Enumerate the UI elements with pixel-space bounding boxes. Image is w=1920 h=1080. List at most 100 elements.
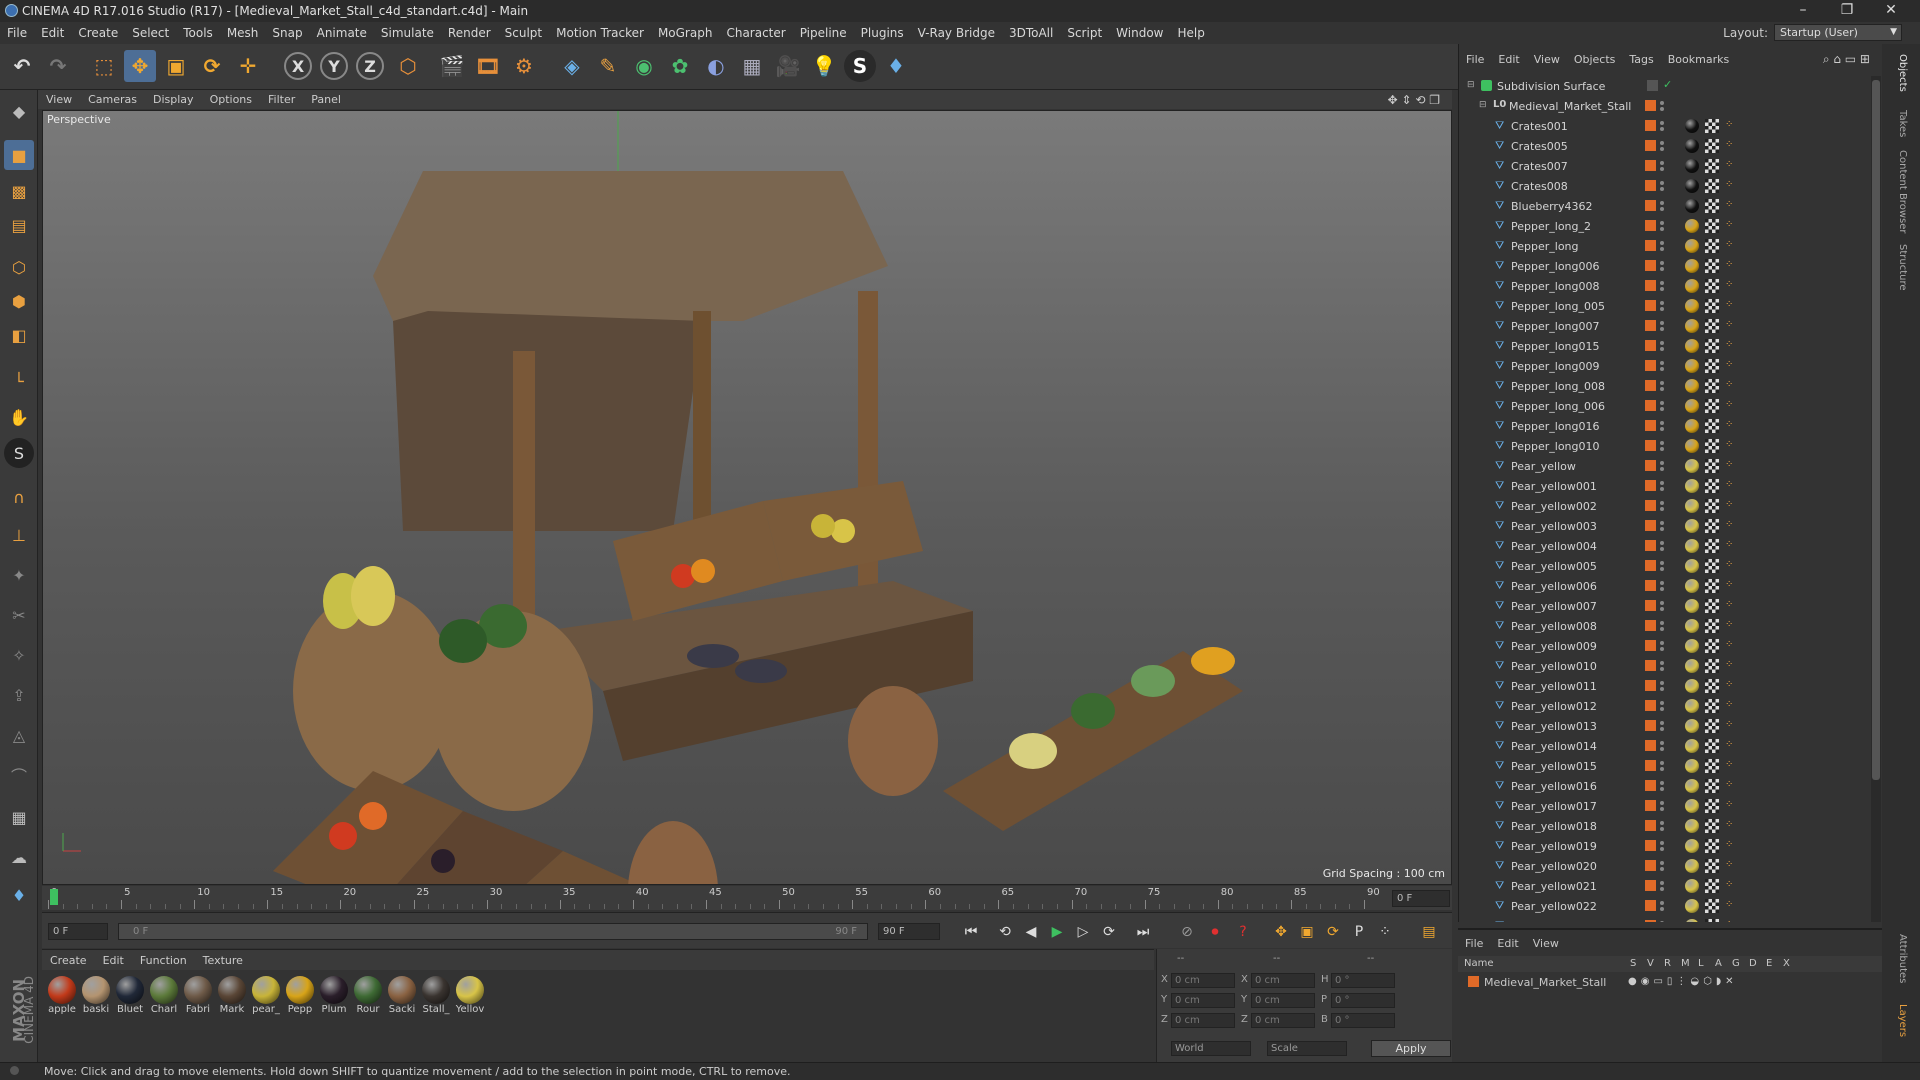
object-row[interactable]: ⛛ Pear_yellow010 ⁘ <box>1459 656 1883 676</box>
redo-icon[interactable]: ↷ <box>42 50 74 82</box>
object-row[interactable]: ⛛ Pepper_long015 ⁘ <box>1459 336 1883 356</box>
material-tag-icon[interactable] <box>1685 619 1699 633</box>
editor-visibility-dot[interactable] <box>1660 561 1664 565</box>
go-to-end-icon[interactable]: ⏭ <box>1132 921 1154 943</box>
collapse-icon[interactable]: ⊟ <box>1467 80 1478 91</box>
object-row[interactable]: ⛛ Pear_yellow011 ⁘ <box>1459 676 1883 696</box>
editor-visibility-dot[interactable] <box>1660 581 1664 585</box>
deformer-icon[interactable]: ◐ <box>700 50 732 82</box>
render-visibility-dot[interactable] <box>1660 707 1664 711</box>
record-keys-icon[interactable]: ⊘ <box>1176 921 1198 943</box>
material-tag-icon[interactable] <box>1685 819 1699 833</box>
tab-objects[interactable]: Objects <box>1894 54 1908 92</box>
layer-column-header[interactable]: S <box>1630 958 1636 969</box>
object-menu-tags[interactable]: Tags <box>1629 53 1653 66</box>
object-row-subdivision-surface[interactable]: ⊟ Subdivision Surface ✓ <box>1459 76 1883 96</box>
uvw-tag-icon[interactable] <box>1705 479 1719 493</box>
editor-visibility-dot[interactable] <box>1660 681 1664 685</box>
editor-visibility-dot[interactable] <box>1660 881 1664 885</box>
uvw-tag-icon[interactable] <box>1705 139 1719 153</box>
material-tag-icon[interactable] <box>1685 859 1699 873</box>
uvw-tag-icon[interactable] <box>1705 799 1719 813</box>
workplane-icon[interactable]: ⊥ <box>4 520 34 550</box>
menu-mesh[interactable]: Mesh <box>227 26 259 40</box>
knife-icon[interactable]: ✂ <box>4 600 34 630</box>
uvw-tag-icon[interactable] <box>1705 839 1719 853</box>
editor-visibility-dot[interactable] <box>1660 421 1664 425</box>
uvw-tag-icon[interactable] <box>1705 919 1719 922</box>
material-swatch[interactable]: Fabri <box>182 976 214 1015</box>
current-frame-field[interactable]: 0 F <box>1392 890 1450 907</box>
axis-mode-icon[interactable]: └ <box>4 366 34 396</box>
uvw-tag-icon[interactable] <box>1705 339 1719 353</box>
key-scale-icon[interactable]: ▣ <box>1296 921 1318 943</box>
editor-visibility-dot[interactable] <box>1660 301 1664 305</box>
render-visibility-dot[interactable] <box>1660 207 1664 211</box>
material-tag-icon[interactable] <box>1685 179 1699 193</box>
texture-tag-icon[interactable]: ⁘ <box>1725 820 1737 832</box>
object-row[interactable]: ⛛ Pear_yellow020 ⁘ <box>1459 856 1883 876</box>
editor-visibility-dot[interactable] <box>1660 541 1664 545</box>
viewport-menu-options[interactable]: Options <box>210 93 252 106</box>
texture-tag-icon[interactable]: ⁘ <box>1725 660 1737 672</box>
object-row[interactable]: ⛛ Pear_yellow012 ⁘ <box>1459 696 1883 716</box>
layer-color-swatch[interactable] <box>1645 340 1656 351</box>
layer-color-swatch[interactable] <box>1645 820 1656 831</box>
menu-edit[interactable]: Edit <box>41 26 64 40</box>
layer-color-swatch[interactable] <box>1645 120 1656 131</box>
tab-structure[interactable]: Structure <box>1894 244 1908 291</box>
transform-tool-icon[interactable]: ✛ <box>232 50 264 82</box>
object-row[interactable]: ⛛ Pear_yellow008 ⁘ <box>1459 616 1883 636</box>
object-row[interactable]: ⛛ Pepper_long009 ⁘ <box>1459 356 1883 376</box>
uvw-tag-icon[interactable] <box>1705 499 1719 513</box>
object-row[interactable]: ⛛ Pear_yellow023 ⁘ <box>1459 916 1883 922</box>
layer-color-swatch[interactable] <box>1645 920 1656 922</box>
texture-tag-icon[interactable]: ⁘ <box>1725 220 1737 232</box>
visibility-toggle-icon[interactable] <box>1647 80 1658 91</box>
layer-color-swatch[interactable] <box>1468 976 1479 987</box>
keyframe-selection-icon[interactable]: ? <box>1232 921 1254 943</box>
object-row[interactable]: ⛛ Pepper_long_005 ⁘ <box>1459 296 1883 316</box>
material-tag-icon[interactable] <box>1685 719 1699 733</box>
object-row[interactable]: ⛛ Crates001 ⁘ <box>1459 116 1883 136</box>
render-visibility-dot[interactable] <box>1660 567 1664 571</box>
editor-visibility-dot[interactable] <box>1660 361 1664 365</box>
material-tag-icon[interactable] <box>1685 639 1699 653</box>
material-tag-icon[interactable] <box>1685 899 1699 913</box>
render-visibility-dot[interactable] <box>1660 327 1664 331</box>
texture-tag-icon[interactable]: ⁘ <box>1725 540 1737 552</box>
texture-tag-icon[interactable]: ⁘ <box>1725 640 1737 652</box>
texture-tag-icon[interactable]: ⁘ <box>1725 860 1737 872</box>
editor-visibility-dot[interactable] <box>1660 741 1664 745</box>
layer-color-swatch[interactable] <box>1645 480 1656 491</box>
coord-value-field[interactable]: 0 ° <box>1331 1013 1395 1028</box>
texture-tag-icon[interactable]: ⁘ <box>1725 720 1737 732</box>
editor-visibility-dot[interactable] <box>1660 761 1664 765</box>
menu-simulate[interactable]: Simulate <box>381 26 434 40</box>
render-visibility-dot[interactable] <box>1660 187 1664 191</box>
layer-color-swatch[interactable] <box>1645 720 1656 731</box>
uvw-tag-icon[interactable] <box>1705 359 1719 373</box>
layer-color-swatch[interactable] <box>1645 420 1656 431</box>
menu-mograph[interactable]: MoGraph <box>658 26 713 40</box>
render-visibility-dot[interactable] <box>1660 647 1664 651</box>
object-row[interactable]: ⛛ Pepper_long_008 ⁘ <box>1459 376 1883 396</box>
texture-tag-icon[interactable]: ⁘ <box>1725 740 1737 752</box>
object-row[interactable]: ⛛ Pear_yellow009 ⁘ <box>1459 636 1883 656</box>
layer-color-swatch[interactable] <box>1645 200 1656 211</box>
layer-color-swatch[interactable] <box>1645 660 1656 671</box>
texture-tag-icon[interactable]: ⁘ <box>1725 240 1737 252</box>
layer-color-swatch[interactable] <box>1645 360 1656 371</box>
uvw-tag-icon[interactable] <box>1705 719 1719 733</box>
previous-key-icon[interactable]: ⟲ <box>994 921 1016 943</box>
render-visibility-dot[interactable] <box>1660 767 1664 771</box>
editor-visibility-dot[interactable] <box>1660 821 1664 825</box>
uvw-tag-icon[interactable] <box>1705 379 1719 393</box>
texture-tag-icon[interactable]: ⁘ <box>1725 280 1737 292</box>
layer-column-header[interactable]: D <box>1749 958 1757 969</box>
uvw-tag-icon[interactable] <box>1705 319 1719 333</box>
start-frame-field[interactable]: 0 F <box>48 923 108 940</box>
z-axis-lock-icon[interactable]: Z <box>356 52 384 80</box>
texture-tag-icon[interactable]: ⁘ <box>1725 700 1737 712</box>
render-visibility-dot[interactable] <box>1660 507 1664 511</box>
